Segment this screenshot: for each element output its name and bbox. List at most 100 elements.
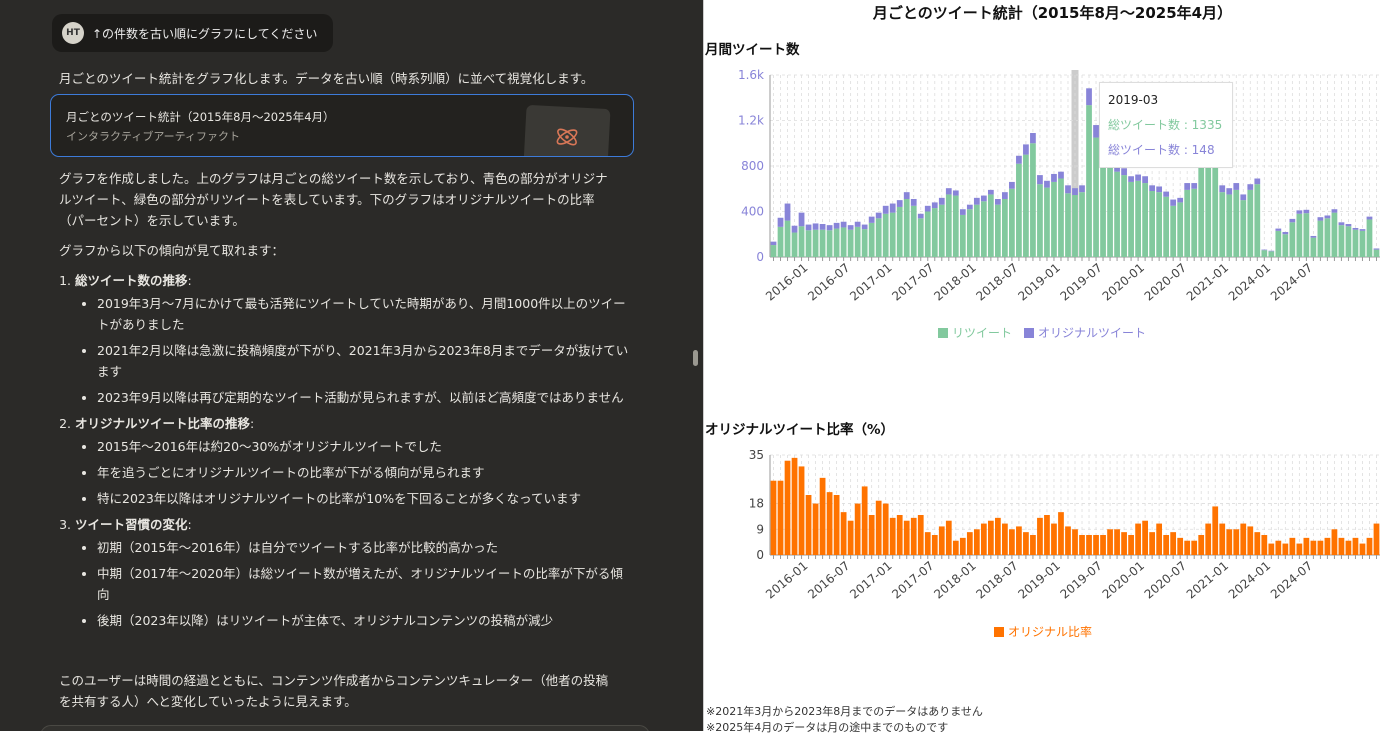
bar-retweet bbox=[1009, 188, 1015, 257]
bar-original bbox=[1163, 191, 1170, 197]
bar-retweet bbox=[1086, 105, 1092, 257]
bar-original bbox=[854, 221, 861, 227]
bar-ratio bbox=[945, 520, 952, 555]
avatar: HT bbox=[62, 22, 84, 44]
bar-original bbox=[1296, 210, 1303, 214]
bar-ratio bbox=[1128, 535, 1134, 555]
x-tick-label: 2019-01 bbox=[1015, 559, 1062, 602]
bar-retweet bbox=[784, 220, 791, 257]
bar-ratio bbox=[777, 480, 784, 555]
artifact-card[interactable]: 月ごとのツイート統計（2015年8月〜2025年4月） インタラクティブアーティ… bbox=[50, 94, 634, 157]
bar-ratio bbox=[840, 512, 847, 555]
list-item: 2019年3月〜7月にかけて最も活発にツイートしていた時期があり、月間1000件… bbox=[97, 293, 635, 335]
legend-item-original[interactable]: オリジナルツイート bbox=[1024, 324, 1146, 341]
bar-original bbox=[1282, 231, 1289, 235]
message-input[interactable] bbox=[40, 725, 650, 731]
bar-retweet bbox=[1296, 213, 1303, 257]
bar-retweet bbox=[1310, 237, 1317, 257]
bar-original bbox=[1065, 185, 1071, 194]
bar-ratio bbox=[847, 520, 854, 555]
y-tick-label: 18 bbox=[749, 497, 764, 511]
list-item: 中期（2017年〜2020年）は総ツイート数が増えたが、オリジナルツイートの比率… bbox=[97, 563, 635, 605]
bar-retweet bbox=[973, 204, 980, 257]
bar-ratio bbox=[819, 477, 826, 555]
bar-ratio bbox=[1142, 520, 1148, 555]
y-tick-label: 1.2k bbox=[738, 114, 764, 128]
bar-retweet bbox=[1261, 250, 1268, 257]
bar-original bbox=[840, 221, 847, 228]
bar-original bbox=[966, 204, 973, 210]
bar-original bbox=[1030, 133, 1036, 144]
y-tick-label: 0 bbox=[756, 548, 764, 562]
bar-retweet bbox=[1359, 230, 1366, 257]
bar-original bbox=[1310, 235, 1317, 238]
bar-ratio bbox=[833, 495, 840, 555]
bar-retweet bbox=[1121, 175, 1127, 257]
bar-original bbox=[1373, 248, 1380, 250]
bar-ratio bbox=[924, 532, 931, 555]
x-tick-label: 2018-01 bbox=[931, 261, 978, 304]
x-tick-label: 2020-01 bbox=[1100, 559, 1147, 602]
bar-original bbox=[1121, 168, 1127, 176]
bar-ratio bbox=[1114, 529, 1120, 555]
y-tick-label: 1.6k bbox=[738, 68, 764, 82]
bar-original bbox=[1156, 186, 1163, 193]
bar-ratio bbox=[959, 537, 966, 555]
bar-retweet bbox=[770, 245, 777, 257]
bar-original bbox=[1149, 185, 1156, 192]
assistant-paragraph-1: グラフを作成しました。上のグラフは月ごとの総ツイート数を示しており、青色の部分が… bbox=[59, 171, 608, 228]
legend-item-ratio[interactable]: オリジナル比率 bbox=[994, 623, 1092, 640]
bar-retweet bbox=[805, 230, 812, 257]
scrollbar-thumb[interactable] bbox=[693, 350, 698, 366]
bar-ratio bbox=[1072, 529, 1078, 555]
bar-original bbox=[1261, 249, 1268, 251]
y-tick-label: 800 bbox=[741, 159, 764, 173]
x-tick-label: 2017-07 bbox=[889, 261, 936, 304]
bar-original bbox=[1002, 192, 1008, 199]
bar-original bbox=[819, 224, 826, 230]
bar-original bbox=[1219, 185, 1226, 193]
bar-retweet bbox=[1135, 180, 1141, 257]
bar-retweet bbox=[1373, 249, 1380, 257]
bar-original bbox=[882, 205, 889, 214]
chart1-title: 月間ツイート数 bbox=[705, 42, 800, 58]
bar-retweet bbox=[1240, 200, 1247, 257]
bar-original bbox=[903, 192, 910, 199]
bar-original bbox=[812, 223, 819, 230]
assistant-conclusion: このユーザーは時間の経過とともに、コンテンツ作成者からコンテンツキュレーター（他… bbox=[59, 673, 609, 709]
bar-ratio bbox=[1219, 523, 1226, 555]
bar-ratio bbox=[1093, 535, 1099, 555]
bar-retweet bbox=[1065, 193, 1071, 257]
tooltip-date: 2019-03 bbox=[1108, 93, 1159, 107]
bar-ratio bbox=[1037, 517, 1043, 555]
bar-original bbox=[1303, 209, 1310, 214]
y-tick-label: 400 bbox=[741, 205, 764, 219]
bar-original bbox=[833, 222, 840, 229]
bar-retweet bbox=[826, 230, 833, 257]
bar-original bbox=[798, 212, 805, 227]
bar-ratio bbox=[798, 466, 805, 555]
bar-original bbox=[910, 198, 917, 206]
bar-ratio bbox=[889, 517, 896, 555]
bar-ratio bbox=[1198, 535, 1205, 555]
bar-retweet bbox=[1079, 192, 1085, 257]
bar-original bbox=[994, 198, 1001, 205]
bar-retweet bbox=[966, 209, 973, 257]
bar-retweet bbox=[1303, 213, 1310, 257]
bar-retweet bbox=[1233, 189, 1240, 257]
bar-ratio bbox=[1296, 543, 1303, 555]
bar-ratio bbox=[1156, 523, 1163, 555]
bar-ratio bbox=[1191, 540, 1198, 555]
bar-ratio bbox=[1226, 529, 1233, 555]
bar-retweet bbox=[1338, 225, 1345, 257]
bar-retweet bbox=[1219, 192, 1226, 257]
y-tick-label: 0 bbox=[756, 250, 764, 264]
bar-original bbox=[1044, 180, 1050, 188]
bar-original bbox=[1289, 218, 1296, 223]
bar-original bbox=[777, 217, 784, 227]
bar-original bbox=[1366, 216, 1373, 220]
bar-original bbox=[770, 241, 777, 246]
legend-item-retweet[interactable]: リツイート bbox=[938, 324, 1012, 341]
x-tick-label: 2017-01 bbox=[847, 559, 894, 602]
bar-ratio bbox=[1338, 537, 1345, 555]
